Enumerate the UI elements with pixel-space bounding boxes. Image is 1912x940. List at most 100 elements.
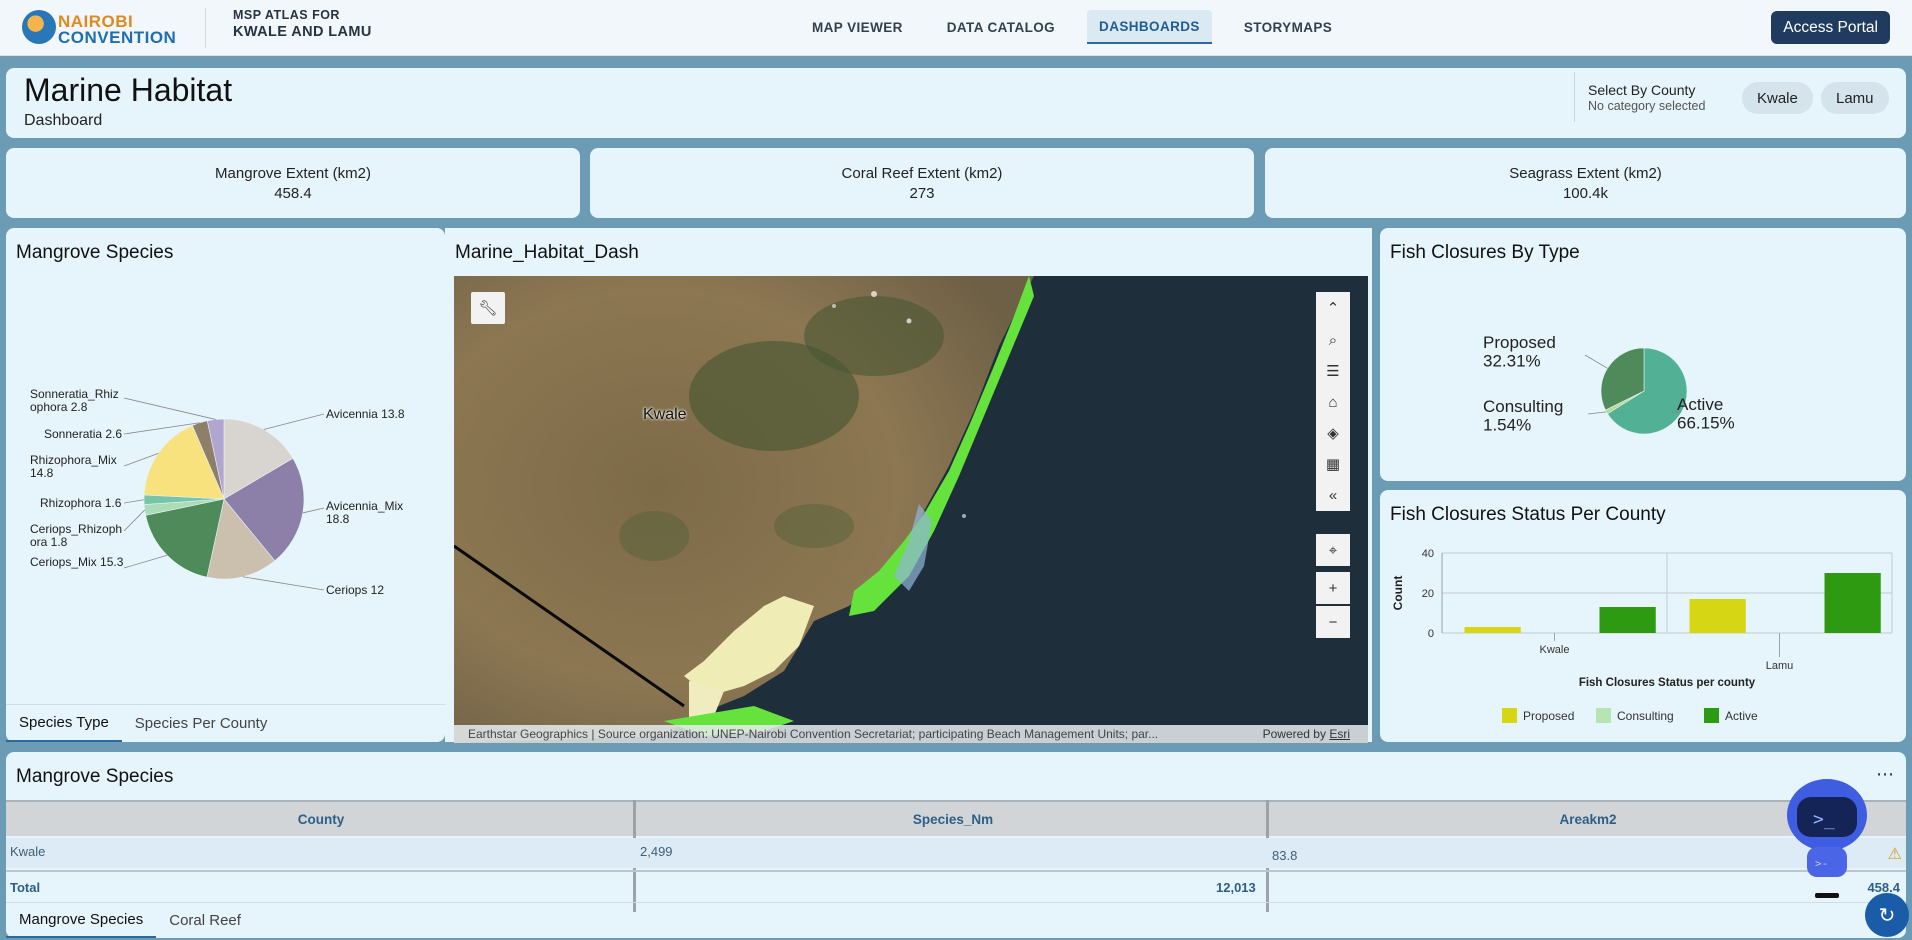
fish-closures-type-panel: Fish Closures By Type Active 66.15% Consul…: [1380, 228, 1906, 481]
svg-text:>-: >-: [1815, 857, 1828, 870]
tab-species-type[interactable]: Species Type: [6, 705, 122, 742]
wrench-icon[interactable]: 🔧︎: [471, 292, 505, 324]
attribution-text: Earthstar Geographics | Source organizat…: [468, 727, 1159, 741]
legend-label[interactable]: Consulting: [1617, 709, 1674, 723]
map-panel: Marine_Habitat_Dash Kwale 🔧︎ ⌃ ⌕ ☰ ⌂ ◈ ▦…: [445, 228, 1372, 743]
access-portal-button[interactable]: Access Portal: [1771, 11, 1890, 44]
bar-proposed-kwale[interactable]: [1464, 627, 1521, 633]
map-view[interactable]: Kwale 🔧︎ ⌃ ⌕ ☰ ⌂ ◈ ▦ « ⌖ + − Earthstar G…: [454, 276, 1368, 743]
map-place-label: Kwale: [643, 406, 687, 423]
collapse-up-icon[interactable]: ⌃: [1316, 292, 1350, 324]
indicator-title: Coral Reef Extent (km2): [841, 165, 1003, 182]
pie-label: Sonneratia 2.6: [44, 427, 122, 441]
legend-label[interactable]: Proposed: [1523, 709, 1574, 723]
atlas-title-line1: MSP ATLAS FOR: [233, 8, 340, 22]
legend-label[interactable]: Active: [1725, 709, 1758, 723]
nav-divider: [205, 8, 206, 48]
bar-active-lamu[interactable]: [1824, 573, 1881, 633]
globe-logo-icon: [22, 10, 56, 44]
x-tick-label: Kwale: [1540, 644, 1570, 656]
cell-species: 2,499: [640, 844, 673, 859]
atlas-title: MSP ATLAS FOR KWALE AND LAMU: [233, 8, 372, 40]
nav-map-viewer[interactable]: MAP VIEWER: [800, 10, 915, 44]
label-leader-line: [1584, 354, 1608, 369]
county-selector-status: No category selected: [1588, 99, 1706, 113]
total-species: 12,013: [1216, 880, 1256, 895]
label-leader-line: [123, 554, 168, 569]
page-title: Marine Habitat: [24, 72, 233, 108]
column-header-species[interactable]: Species_Nm: [637, 802, 1269, 836]
indicator-value: 100.4k: [1562, 185, 1609, 202]
assistant-robot-icon[interactable]: >_ >-: [1783, 775, 1871, 905]
indicator-value: 273: [909, 185, 935, 202]
home-icon[interactable]: ⌂: [1316, 386, 1350, 418]
pie-label: Sonneratia_Rhiz ophora 2.8: [30, 387, 119, 414]
label-leader-line: [123, 509, 146, 532]
locate-icon[interactable]: ⌖: [1316, 534, 1350, 566]
legend-swatch-consulting[interactable]: [1596, 708, 1611, 723]
layers-icon[interactable]: ◈: [1316, 417, 1350, 449]
nav-dashboards[interactable]: DASHBOARDS: [1087, 10, 1212, 44]
mangrove-species-table-panel: Mangrove Species ⋯ County Species_Nm Are…: [6, 752, 1906, 938]
bar-active-kwale[interactable]: [1599, 607, 1656, 633]
warning-icon: ⚠: [1887, 846, 1902, 863]
pie-label: Avicennia_Mix 18.8: [326, 499, 403, 526]
y-tick-label: 0: [1428, 628, 1434, 640]
more-options-icon[interactable]: ⋯: [1876, 764, 1894, 785]
fish-closures-status-panel: Fish Closures Status Per County 0 20 40 Kwa…: [1380, 490, 1906, 742]
legend-swatch-proposed[interactable]: [1502, 708, 1517, 723]
nairobi-convention-logo[interactable]: NAIROBI CONVENTION: [22, 10, 182, 48]
svg-text:>_: >_: [1813, 809, 1835, 830]
panel-title: Marine_Habitat_Dash: [455, 242, 639, 263]
nav-storymaps[interactable]: STORYMAPS: [1232, 10, 1344, 44]
pie-label: Ceriops_Rhizoph ora 1.8: [30, 522, 122, 549]
county-chip-lamu[interactable]: Lamu: [1821, 82, 1889, 114]
main-nav-links: MAP VIEWER DATA CATALOG DASHBOARDS STORY…: [800, 10, 1364, 46]
powered-by: Powered by Esri: [1263, 727, 1350, 741]
legend-list-icon[interactable]: ☰: [1316, 355, 1350, 387]
pie-label: Active 66.15%: [1677, 395, 1735, 433]
label-leader-line: [302, 507, 325, 514]
label-leader-line: [123, 397, 216, 420]
zoom-out-icon[interactable]: −: [1316, 606, 1350, 638]
tab-coral-reef[interactable]: Coral Reef: [156, 903, 254, 938]
refresh-icon[interactable]: ↻: [1865, 893, 1909, 937]
cell-county: Kwale: [10, 844, 46, 859]
page-subtitle: Dashboard: [24, 112, 103, 129]
pie-label: Proposed 32.31%: [1483, 333, 1556, 371]
logo-text-line2: CONVENTION: [58, 28, 177, 47]
pie-label: Ceriops 12: [326, 583, 384, 597]
bar-proposed-lamu[interactable]: [1689, 599, 1746, 633]
column-header-county[interactable]: County: [6, 802, 636, 836]
indicator-mangrove-extent: Mangrove Extent (km2) 458.4: [6, 148, 580, 218]
fish-closures-status-bar-chart: 0 20 40 Kwale Lamu Count Fish Closures Status …: [1391, 548, 1893, 723]
dashboard-header: Marine Habitat Dashboard Select By Count…: [6, 68, 1906, 138]
indicator-seagrass-extent: Seagrass Extent (km2) 100.4k: [1265, 148, 1906, 218]
chart-title: Fish Closures Status per county: [1579, 677, 1756, 689]
table-total-row: Total 12,013 458.4: [6, 870, 1906, 900]
satellite-basemap: [454, 276, 1368, 743]
county-selector-label: Select By County: [1588, 82, 1696, 98]
search-icon[interactable]: ⌕: [1316, 324, 1350, 356]
cell-area: 83.8: [1272, 848, 1298, 863]
nav-data-catalog[interactable]: DATA CATALOG: [935, 10, 1067, 44]
atlas-title-line2: KWALE AND LAMU: [233, 24, 372, 40]
pie-label: Rhizophora 1.6: [40, 496, 122, 510]
legend-swatch-active[interactable]: [1704, 708, 1719, 723]
label-leader-line: [123, 499, 145, 504]
zoom-in-icon[interactable]: +: [1316, 572, 1350, 604]
table-row[interactable]: Kwale 2,499 83.8: [6, 838, 1906, 868]
y-axis-label: Count: [1391, 576, 1405, 611]
mangrove-panel-tabs: Species Type Species Per County: [6, 704, 445, 742]
indicator-title: Mangrove Extent (km2): [215, 165, 371, 182]
tab-species-per-county[interactable]: Species Per County: [122, 705, 281, 742]
table-header: County Species_Nm Areakm2: [6, 800, 1906, 836]
qr-code-icon[interactable]: ▦: [1316, 448, 1350, 480]
collapse-left-icon[interactable]: «: [1316, 479, 1350, 511]
label-leader-line: [263, 413, 325, 430]
tab-mangrove-species[interactable]: Mangrove Species: [6, 903, 157, 938]
esri-link[interactable]: Esri: [1329, 727, 1350, 741]
powered-by-text: Powered by: [1262, 727, 1326, 741]
county-chip-kwale[interactable]: Kwale: [1742, 82, 1813, 114]
panel-title: Mangrove Species: [16, 766, 174, 787]
